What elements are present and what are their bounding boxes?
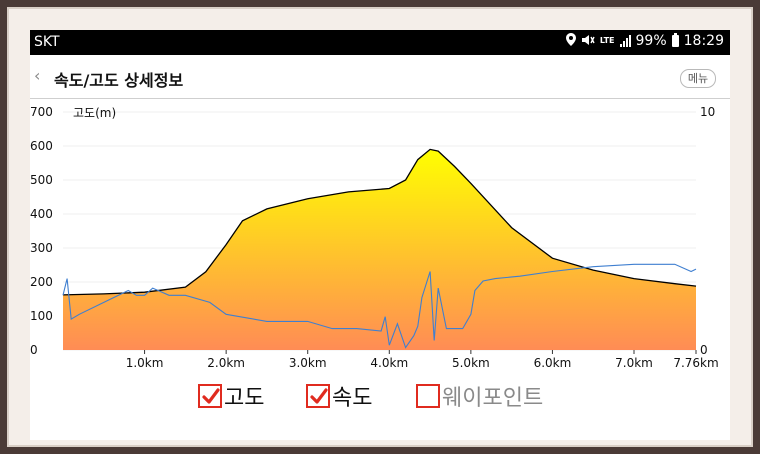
speed-altitude-chart: 고도(m) 7006005004003002001000 100 1.0km 2.… [30,105,719,370]
left-axis-title: 고도(m) [73,106,116,120]
legend-label-altitude: 고도 [224,386,265,411]
legend-waypoint-toggle[interactable]: 웨이포인트 [416,380,543,412]
left-tick-label: 600 [30,139,53,153]
legend-label-waypoint: 웨이포인트 [442,386,544,411]
left-tick-label: 700 [30,105,53,119]
altitude-area [63,149,696,350]
legend: 고도 속도 웨이포인트 [30,378,730,412]
legend-label-speed: 속도 [332,386,373,411]
clock: 18:29 [683,33,724,49]
battery-icon [671,33,679,47]
left-tick-label: 500 [30,173,53,187]
left-tick-label: 400 [30,207,53,221]
x-tick-label: 3.0km [289,356,327,370]
mute-icon [581,34,595,49]
right-tick-label: 0 [700,343,708,357]
x-tick-label: 7.76km [673,356,718,370]
legend-speed-toggle[interactable]: 속도 [306,380,372,412]
carrier-name: SKT [34,34,60,50]
left-tick-label: 200 [30,275,53,289]
legend-altitude-toggle[interactable]: 고도 [198,380,264,412]
x-tick-label: 6.0km [534,356,572,370]
x-tick-label: 7.0km [615,356,653,370]
checkmark-icon [310,388,328,404]
x-tick-label: 4.0km [370,356,408,370]
status-right: LTE 99% 18:29 [565,33,724,49]
right-tick-label: 10 [700,105,715,119]
signal-icon [619,35,631,47]
left-tick-label: 0 [30,343,38,357]
menu-button[interactable]: 메뉴 [680,69,716,88]
status-bar: SKT LTE 99% 18:29 [30,30,730,55]
speed-checkbox[interactable] [306,384,330,408]
network-type: LTE [599,36,615,45]
checkmark-icon [202,388,220,404]
location-icon [565,33,576,49]
battery-percent: 99% [635,33,667,49]
left-tick-label: 100 [30,309,53,323]
altitude-checkbox[interactable] [198,384,222,408]
left-tick-label: 300 [30,241,53,255]
waypoint-checkbox[interactable] [416,384,440,408]
x-tick-label: 1.0km [126,356,164,370]
x-tick-label: 2.0km [207,356,245,370]
phone-screen: SKT LTE 99% 18:29 ‹ 속도/고도 상세정보 메뉴 고도(m) … [30,30,730,440]
back-chevron-icon[interactable]: ‹ [34,66,40,85]
page-title: 속도/고도 상세정보 [54,71,184,90]
app-header: ‹ 속도/고도 상세정보 메뉴 [30,55,730,99]
x-tick-label: 5.0km [452,356,490,370]
